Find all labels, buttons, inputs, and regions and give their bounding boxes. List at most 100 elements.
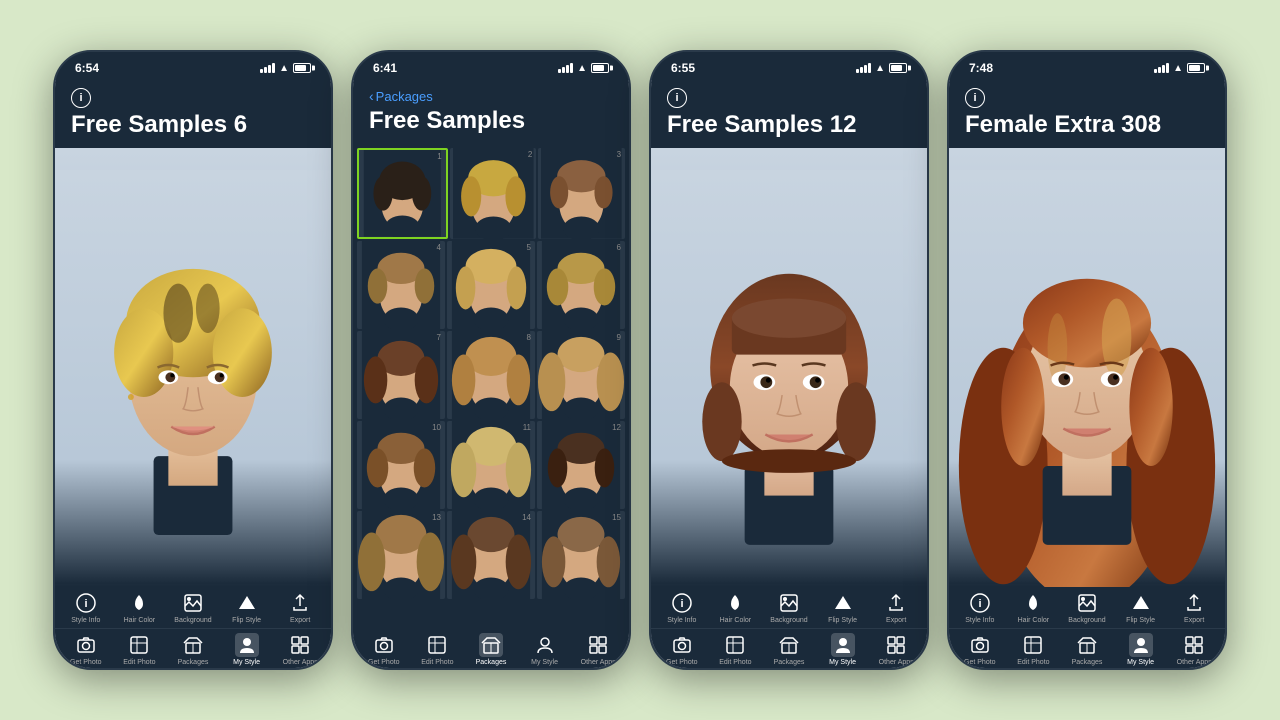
tool-flip-style-4[interactable]: Flip Style — [1121, 591, 1161, 624]
toolbar-top-3: i Style Info Hair Color B — [651, 591, 927, 624]
grid-cell-14[interactable]: 14 — [447, 511, 535, 599]
screen-1: i Free Samples 6 — [55, 80, 331, 668]
tool-background-4[interactable]: Background — [1067, 591, 1107, 624]
edit-photo-icon-2 — [425, 633, 449, 657]
app-title-1: Free Samples 6 — [71, 112, 315, 138]
tool-my-style-4[interactable]: My Style — [1121, 633, 1161, 666]
tool-get-photo-1[interactable]: Get Photo — [66, 633, 106, 666]
hair-grid[interactable]: 1 — [353, 144, 629, 625]
tool-export-4[interactable]: Export — [1174, 591, 1214, 624]
grid-cell-10[interactable]: 10 — [357, 421, 445, 509]
tool-packages-2[interactable]: Packages — [471, 633, 511, 666]
person-photo-4 — [949, 148, 1225, 587]
tool-other-apps-3[interactable]: Other Apps — [876, 633, 916, 666]
grid-row-5: 13 — [357, 511, 625, 599]
grid-cell-3[interactable]: 3 — [538, 148, 625, 239]
grid-cell-15[interactable]: 15 — [537, 511, 625, 599]
info-icon-4[interactable]: i — [965, 88, 985, 108]
grid-cell-12[interactable]: 12 — [537, 421, 625, 509]
phone-4: 7:48 ▲ i Female Extra 308 — [947, 50, 1227, 670]
grid-cell-8[interactable]: 8 — [447, 331, 535, 419]
tool-background-3[interactable]: Background — [769, 591, 809, 624]
tool-label-my-style-4: My Style — [1127, 659, 1154, 666]
tool-label-get-photo-1: Get Photo — [70, 659, 102, 666]
tool-get-photo-2[interactable]: Get Photo — [364, 633, 404, 666]
packages-icon-2 — [479, 633, 503, 657]
background-icon-1 — [181, 591, 205, 615]
tool-other-apps-4[interactable]: Other Apps — [1174, 633, 1214, 666]
tool-label-flip-style-1: Flip Style — [232, 617, 261, 624]
tool-other-apps-2[interactable]: Other Apps — [578, 633, 618, 666]
tool-hair-color-1[interactable]: Hair Color — [119, 591, 159, 624]
grid-cell-4[interactable]: 4 — [357, 241, 445, 329]
tool-edit-photo-3[interactable]: Edit Photo — [715, 633, 755, 666]
tool-my-style-3[interactable]: My Style — [823, 633, 863, 666]
tool-label-background-3: Background — [770, 617, 807, 624]
tool-background-1[interactable]: Background — [173, 591, 213, 624]
info-icon-1[interactable]: i — [71, 88, 91, 108]
svg-text:i: i — [978, 598, 981, 610]
tool-edit-photo-1[interactable]: Edit Photo — [119, 633, 159, 666]
tool-packages-4[interactable]: Packages — [1067, 633, 1107, 666]
tool-hair-color-3[interactable]: Hair Color — [715, 591, 755, 624]
tool-hair-color-4[interactable]: Hair Color — [1013, 591, 1053, 624]
toolbar-bottom-3: Get Photo Edit Photo Packages — [651, 628, 927, 666]
tool-flip-style-3[interactable]: Flip Style — [823, 591, 863, 624]
grid-cell-5[interactable]: 5 — [447, 241, 535, 329]
tool-packages-3[interactable]: Packages — [769, 633, 809, 666]
other-apps-icon-2 — [586, 633, 610, 657]
export-icon-3 — [884, 591, 908, 615]
tool-export-1[interactable]: Export — [280, 591, 320, 624]
grid-cell-1[interactable]: 1 — [357, 148, 448, 239]
tool-label-hair-color-1: Hair Color — [124, 617, 156, 624]
tool-label-get-photo-3: Get Photo — [666, 659, 698, 666]
tool-my-style-1[interactable]: My Style — [227, 633, 267, 666]
tool-edit-photo-2[interactable]: Edit Photo — [417, 633, 457, 666]
face-svg-1 — [55, 168, 331, 587]
tool-label-my-style-2: My Style — [531, 659, 558, 666]
background-icon-4 — [1075, 591, 1099, 615]
header-top-2: ‹ Packages — [369, 88, 613, 104]
get-photo-icon-3 — [670, 633, 694, 657]
tool-my-style-2[interactable]: My Style — [525, 633, 565, 666]
tool-flip-style-1[interactable]: Flip Style — [227, 591, 267, 624]
app-header-1: i Free Samples 6 — [55, 80, 331, 148]
time-3: 6:55 — [671, 61, 695, 75]
tool-label-packages-2: Packages — [476, 659, 507, 666]
grid-cell-7[interactable]: 7 — [357, 331, 445, 419]
toolbar-top-1: i Style Info Hair Color B — [55, 591, 331, 624]
tool-edit-photo-4[interactable]: Edit Photo — [1013, 633, 1053, 666]
grid-cell-13[interactable]: 13 — [357, 511, 445, 599]
packages-icon-3 — [777, 633, 801, 657]
tool-other-apps-1[interactable]: Other Apps — [280, 633, 320, 666]
battery-icon-3 — [889, 63, 907, 73]
grid-cell-2[interactable]: 2 — [450, 148, 537, 239]
hair-color-icon-3 — [723, 591, 747, 615]
svg-text:i: i — [680, 598, 683, 610]
tool-style-info-1[interactable]: i Style Info — [66, 591, 106, 624]
packages-icon-4 — [1075, 633, 1099, 657]
signal-icon-3 — [856, 63, 871, 73]
back-chevron-2: ‹ — [369, 88, 374, 104]
back-label-2: Packages — [376, 89, 433, 104]
back-button-2[interactable]: ‹ Packages — [369, 88, 433, 104]
main-content-1 — [55, 148, 331, 587]
tool-label-packages-3: Packages — [774, 659, 805, 666]
tool-get-photo-3[interactable]: Get Photo — [662, 633, 702, 666]
tool-label-hair-color-4: Hair Color — [1018, 617, 1050, 624]
tool-get-photo-4[interactable]: Get Photo — [960, 633, 1000, 666]
time-2: 6:41 — [373, 61, 397, 75]
tool-style-info-3[interactable]: i Style Info — [662, 591, 702, 624]
grid-cell-6[interactable]: 6 — [537, 241, 625, 329]
person-photo-1 — [55, 148, 331, 587]
get-photo-icon-4 — [968, 633, 992, 657]
info-icon-3[interactable]: i — [667, 88, 687, 108]
bottom-toolbar-2: Get Photo Edit Photo Packages — [353, 625, 629, 668]
tool-packages-1[interactable]: Packages — [173, 633, 213, 666]
grid-cell-11[interactable]: 11 — [447, 421, 535, 509]
grid-cell-9[interactable]: 9 — [537, 331, 625, 419]
tool-export-3[interactable]: Export — [876, 591, 916, 624]
toolbar-top-4: i Style Info Hair Color B — [949, 591, 1225, 624]
tool-style-info-4[interactable]: i Style Info — [960, 591, 1000, 624]
screen-3: i Free Samples 12 — [651, 80, 927, 668]
